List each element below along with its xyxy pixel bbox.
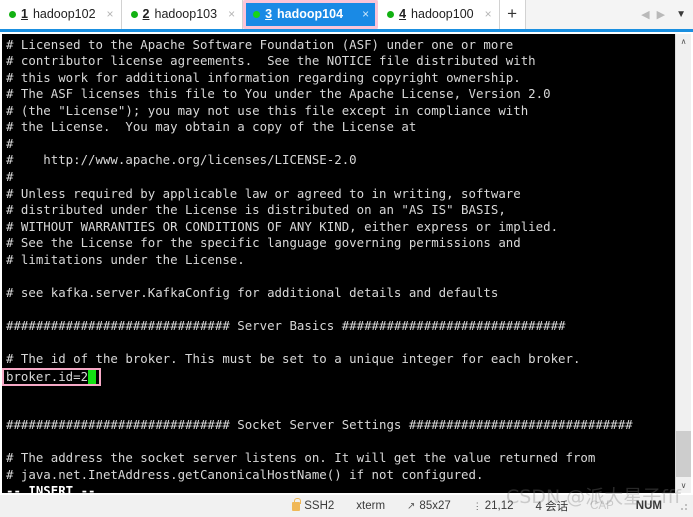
status-num-lock: NUM (635, 500, 662, 513)
tab-list: 1 hadoop102 × 2 hadoop103 × 3 hadoop104 … (0, 0, 526, 29)
session-status-dot-icon (387, 10, 395, 18)
scroll-down-icon[interactable]: ∨ (676, 477, 691, 494)
status-caps-lock: CAP (590, 500, 614, 513)
window-resize-grip[interactable] (677, 500, 689, 513)
lock-icon (292, 497, 301, 511)
tab-prev-icon[interactable]: ◀ (639, 8, 651, 21)
status-size-label: 85x27 (419, 500, 451, 513)
terminal-line: # Licensed to the Apache Software Founda… (6, 36, 514, 52)
tab-bar: 1 hadoop102 × 2 hadoop103 × 3 hadoop104 … (0, 0, 693, 32)
tab-index: 3 (265, 7, 273, 22)
status-bar: SSH2 xterm ↗ 85x27 ⋮ 21,12 4 会话 CAP NUM (0, 495, 693, 517)
tab-hadoop103[interactable]: 2 hadoop103 × (121, 0, 244, 29)
close-icon[interactable]: × (107, 8, 114, 20)
securecrt-window: 1 hadoop102 × 2 hadoop103 × 3 hadoop104 … (0, 0, 693, 517)
tab-label: hadoop100 (411, 7, 474, 22)
status-protocol: SSH2 (281, 497, 345, 513)
tab-index: 1 (21, 7, 28, 22)
close-icon[interactable]: × (485, 8, 492, 20)
terminal-line: # (6, 168, 14, 184)
resize-arrow-icon: ↗ (407, 500, 416, 512)
broker-id-value: broker.id=2 (6, 368, 89, 384)
text-cursor (88, 369, 96, 384)
tab-navigation: ◀ ▶ ▼ (639, 0, 693, 29)
terminal-line: # WITHOUT WARRANTIES OR CONDITIONS OF AN… (6, 218, 559, 234)
scrollbar-thumb[interactable] (676, 431, 691, 478)
tab-index: 4 (399, 7, 407, 22)
terminal-line: # The id of the broker. This must be set… (6, 350, 581, 366)
status-sessions: 4 会话 (535, 501, 569, 514)
terminal-line: ############################## Socket Se… (6, 417, 633, 433)
session-status-dot-icon (9, 10, 16, 18)
terminal-line: # (6, 135, 14, 151)
terminal-output[interactable]: # Licensed to the Apache Software Founda… (2, 33, 675, 494)
terminal-line: broker.id=2 (2, 367, 675, 386)
tab-hadoop102[interactable]: 1 hadoop102 × (0, 0, 122, 29)
terminal-line: # this work for additional information r… (6, 69, 521, 85)
terminal-line: # (the "License"); you may not use this … (6, 102, 529, 118)
terminal-line: # http://www.apache.org/licenses/LICENSE… (6, 152, 357, 168)
tab-list-dropdown-icon[interactable]: ▼ (670, 9, 686, 20)
terminal-line: # See the License for the specific langu… (6, 235, 521, 251)
status-bar-items: SSH2 xterm ↗ 85x27 ⋮ 21,12 4 会话 CAP NUM (281, 497, 689, 514)
status-terminal-type: xterm (356, 500, 386, 513)
tab-index: 2 (142, 7, 150, 22)
scrollbar-track[interactable] (676, 49, 691, 478)
status-position-label: 21,12 (484, 500, 514, 513)
new-tab-button[interactable]: + (499, 0, 526, 29)
status-position: ⋮ 21,12 (462, 500, 525, 512)
terminal-line: # The ASF licenses this file to You unde… (6, 86, 551, 102)
terminal-line: # see kafka.server.KafkaConfig for addit… (6, 284, 499, 300)
tab-hadoop104[interactable]: 3 hadoop104 × (243, 0, 379, 29)
terminal-line: ############################## Server Ba… (6, 317, 566, 333)
tab-hadoop100[interactable]: 4 hadoop100 × (378, 0, 500, 29)
terminal-line: # java.net.InetAddress.getCanonicalHostN… (6, 466, 484, 482)
vim-mode-indicator: -- INSERT -- (6, 483, 96, 494)
tab-label: hadoop103 (154, 7, 218, 22)
tab-label: hadoop102 (32, 7, 96, 22)
scroll-up-icon[interactable]: ∧ (676, 33, 691, 50)
terminal-line: # Unless required by applicable law or a… (6, 185, 521, 201)
close-icon[interactable]: × (228, 8, 235, 20)
session-status-dot-icon (130, 10, 138, 18)
vertical-scrollbar[interactable]: ∧ ∨ (675, 33, 691, 494)
terminal-line: # the License. You may obtain a copy of … (6, 119, 417, 135)
terminal-line: # contributor license agreements. See th… (6, 53, 536, 69)
cursor-position-icon: ⋮ (472, 500, 482, 511)
terminal-line: # distributed under the License is distr… (6, 202, 506, 218)
session-status-dot-icon (253, 10, 261, 18)
status-size: ↗ 85x27 (396, 500, 462, 512)
broker-id-highlight-box: broker.id=2 (2, 367, 101, 386)
tab-next-icon[interactable]: ▶ (655, 8, 667, 21)
terminal-line: # limitations under the License. (6, 251, 245, 267)
terminal-container: # Licensed to the Apache Software Founda… (0, 31, 693, 496)
status-protocol-label: SSH2 (304, 500, 335, 513)
terminal-line: # The address the socket server listens … (6, 450, 596, 466)
close-icon[interactable]: × (362, 8, 369, 20)
tab-bar-spacer (525, 0, 640, 29)
tab-label: hadoop104 (277, 7, 344, 22)
